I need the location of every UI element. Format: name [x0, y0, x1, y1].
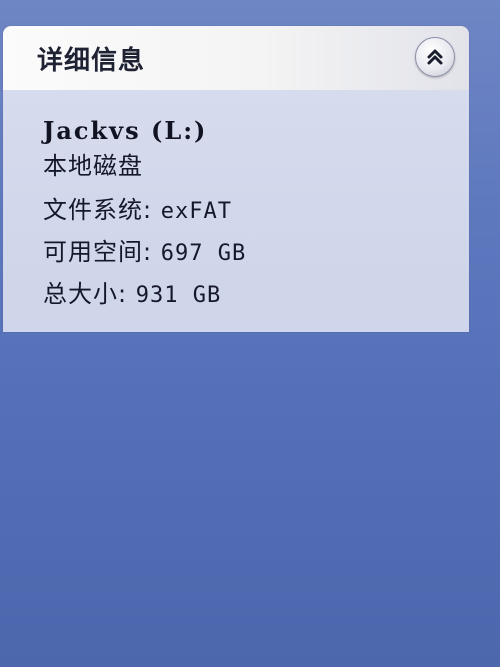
free-space-label: 可用空间: [43, 238, 161, 266]
total-size-row: 总大小: 931 GB [43, 274, 221, 309]
drive-type: 本地磁盘 [43, 152, 143, 180]
details-pane-header[interactable]: 详细信息 [3, 26, 469, 90]
details-pane-body: Jackvs (L:) 本地磁盘 文件系统: exFAT 可用空间: 697 G… [3, 90, 469, 332]
file-system-label: 文件系统: [43, 196, 161, 224]
total-size-label: 总大小: [43, 280, 136, 308]
details-pane: 详细信息 Jackvs (L:) 本地磁盘 文件系统: exFAT 可用空间: … [3, 26, 469, 332]
total-size-value: 931 GB [135, 283, 222, 308]
free-space-value: 697 GB [160, 241, 247, 266]
drive-name: Jackvs (L:) [43, 116, 208, 145]
file-system-row: 文件系统: exFAT [43, 190, 232, 225]
collapse-button[interactable] [415, 37, 455, 77]
file-system-value: exFAT [160, 199, 232, 224]
details-pane-title: 详细信息 [37, 46, 146, 76]
double-chevron-up-icon [427, 49, 443, 65]
free-space-row: 可用空间: 697 GB [43, 232, 246, 267]
